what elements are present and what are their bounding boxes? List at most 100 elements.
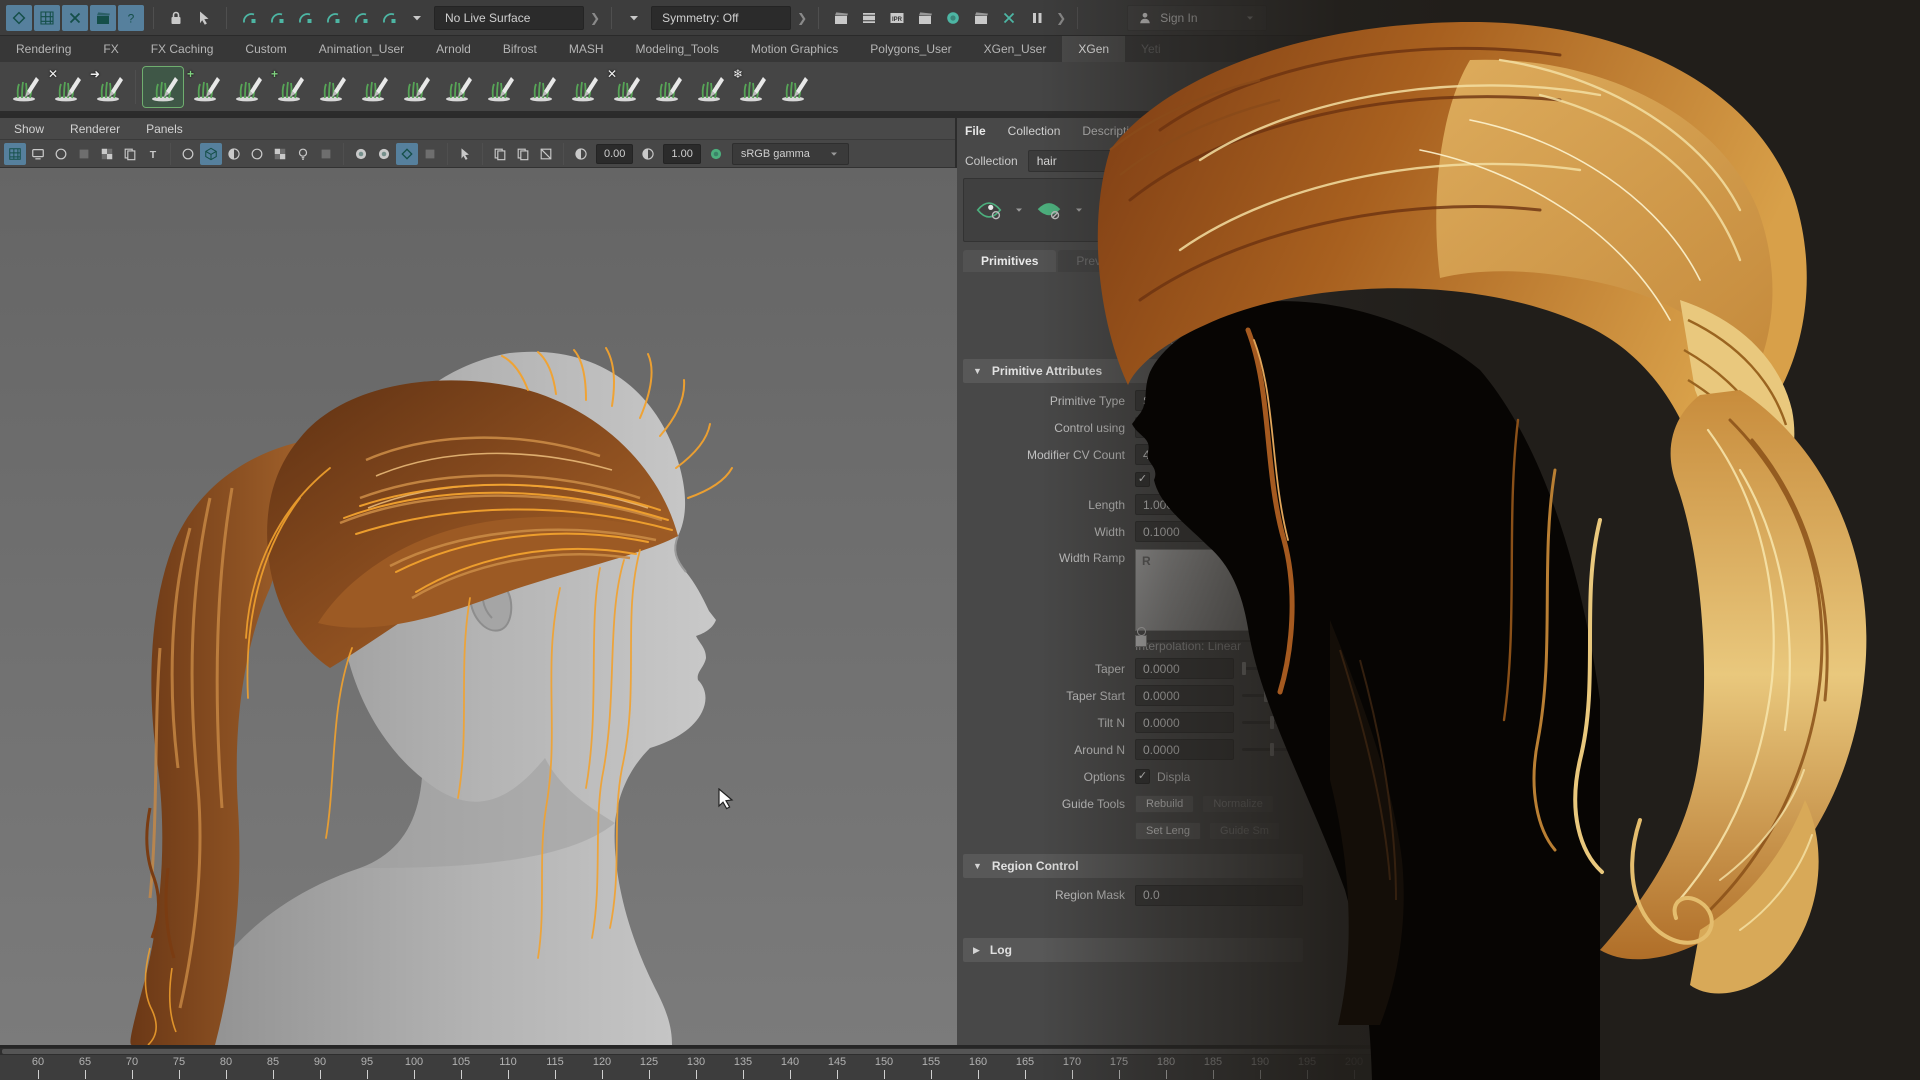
taper-start-field[interactable]: 0.0000 <box>1135 685 1234 706</box>
wireframe-icon[interactable] <box>177 143 199 165</box>
length-slider[interactable] <box>1242 503 1303 506</box>
control-using-dropdown[interactable]: Guides <box>1135 417 1271 438</box>
shelf-tab-polygons-user[interactable]: Polygons_User <box>854 36 967 62</box>
shelf-tab-fx-caching[interactable]: FX Caching <box>135 36 230 62</box>
xgen-menu-file[interactable]: File <box>965 124 986 138</box>
primitive-type-dropdown[interactable]: Spl <box>1135 390 1271 411</box>
hidden-create-button[interactable]: Creat <box>1135 332 1184 350</box>
camera-image-icon[interactable] <box>119 143 141 165</box>
batch-render-icon[interactable] <box>968 5 994 31</box>
normalize-button[interactable]: Normalize <box>1202 795 1274 813</box>
uniform-checkbox[interactable]: ✓ <box>1135 472 1150 487</box>
display-dropdown-icon[interactable] <box>1072 197 1086 223</box>
shelf-tab-rendering[interactable]: Rendering <box>0 36 87 62</box>
tab-preview-output[interactable]: Preview/Outp <box>1058 250 1166 272</box>
isolate-select-icon[interactable] <box>350 143 372 165</box>
snap-options-icon[interactable] <box>404 5 430 31</box>
menu-panels[interactable]: Panels <box>146 122 183 136</box>
xray-joints-icon[interactable] <box>396 143 418 165</box>
snap-to-point-icon[interactable] <box>292 5 318 31</box>
section-log[interactable]: ▶ Log <box>963 938 1303 962</box>
snap-to-grid-icon[interactable] <box>236 5 262 31</box>
shelf-tab-bifrost[interactable]: Bifrost <box>487 36 553 62</box>
width-slider[interactable] <box>1242 530 1303 533</box>
freeze-brush-icon[interactable]: ❄ <box>731 67 771 107</box>
curl-brush-icon[interactable] <box>647 67 687 107</box>
add-or-move-guides-icon[interactable] <box>1132 197 1158 223</box>
smooth-brush-icon[interactable] <box>395 67 435 107</box>
field-chart-icon[interactable] <box>96 143 118 165</box>
symmetry-field[interactable]: Symmetry: Off <box>651 6 791 30</box>
density-brush-icon[interactable] <box>227 67 267 107</box>
sculpt-guides-icon[interactable]: + <box>269 67 309 107</box>
exposure-toggle-icon[interactable] <box>419 143 441 165</box>
tilt-n-field[interactable]: 0.0000 <box>1135 712 1234 733</box>
sign-in-button[interactable]: Sign In <box>1127 5 1267 31</box>
preview-toggle-icon[interactable] <box>976 197 1002 223</box>
width-brush-icon[interactable] <box>563 67 603 107</box>
shelf-tab-arnold[interactable]: Arnold <box>420 36 487 62</box>
noise-brush-icon[interactable]: ✕ <box>605 67 645 107</box>
timeline-scrollbar[interactable] <box>0 1048 1920 1055</box>
hud-text-icon[interactable] <box>142 143 164 165</box>
width-field[interactable]: 0.1000 <box>1135 521 1234 542</box>
modifier-cv-count-field[interactable]: 40 <box>1135 444 1236 465</box>
ramp-handle[interactable] <box>1135 635 1147 647</box>
select-by-hierarchy-icon[interactable] <box>6 5 32 31</box>
shelf-tab-custom[interactable]: Custom <box>229 36 302 62</box>
render-view-icon[interactable] <box>940 5 966 31</box>
menu-show[interactable]: Show <box>14 122 44 136</box>
select-tool-icon[interactable] <box>191 5 217 31</box>
xgen-menu-descriptions[interactable]: Descriptions <box>1082 124 1148 138</box>
shelf-tab-modeling-tools[interactable]: Modeling_Tools <box>620 36 735 62</box>
pause-icon[interactable] <box>1024 5 1050 31</box>
contrast-icon[interactable] <box>637 143 659 165</box>
direction-brush-icon[interactable] <box>521 67 561 107</box>
snap-to-view-plane-icon[interactable] <box>348 5 374 31</box>
region-mask-field[interactable]: 0.0 <box>1135 885 1303 906</box>
time-slider[interactable]: 6065707580859095100105110115120125130135… <box>0 1048 1920 1080</box>
gate-mask-icon[interactable] <box>73 143 95 165</box>
live-surface-field[interactable]: No Live Surface <box>434 6 584 30</box>
snap-to-projected-center-icon[interactable] <box>320 5 346 31</box>
colorspace-dropdown[interactable]: sRGB gamma <box>732 143 849 165</box>
length-brush-icon[interactable] <box>437 67 477 107</box>
section-primitive-attributes[interactable]: ▼ Primitive Attributes <box>963 359 1303 383</box>
shelf-tab-yeti[interactable]: Yeti <box>1125 36 1177 62</box>
place-guides-icon[interactable] <box>311 67 351 107</box>
taper-slider[interactable] <box>1242 667 1303 670</box>
snap-to-curve-icon[interactable] <box>264 5 290 31</box>
exposure-field[interactable]: 0.00 <box>596 144 633 164</box>
preview-dropdown-icon[interactable] <box>1012 197 1026 223</box>
animation-prefs-icon[interactable] <box>90 5 116 31</box>
add-guides-icon[interactable]: + <box>185 67 225 107</box>
help-line-icon[interactable] <box>118 5 144 31</box>
shelf-tab-fx[interactable]: FX <box>87 36 134 62</box>
shelf-tab-xgen-user[interactable]: XGen_User <box>968 36 1063 62</box>
render-current-frame-icon[interactable] <box>828 5 854 31</box>
symmetry-dropdown-icon[interactable] <box>621 5 647 31</box>
resolution-gate-icon[interactable] <box>50 143 72 165</box>
xray-icon[interactable] <box>373 143 395 165</box>
motion-blur-icon[interactable] <box>315 143 337 165</box>
panel-grid-icon[interactable] <box>4 143 26 165</box>
taper-field[interactable]: 0.0000 <box>1135 658 1234 679</box>
section-region-control[interactable]: ▼ Region Control <box>963 854 1303 878</box>
shelf-tab-motion-graphics[interactable]: Motion Graphics <box>735 36 854 62</box>
guide-smooth-button[interactable]: Guide Sm <box>1209 822 1280 840</box>
rebuild-button[interactable]: Rebuild <box>1135 795 1194 813</box>
delete-guides-icon[interactable]: ✕ <box>46 67 86 107</box>
render-settings-icon[interactable] <box>912 5 938 31</box>
hidden-checkbox-2[interactable] <box>1135 308 1150 323</box>
comb-brush-icon[interactable] <box>353 67 393 107</box>
select-by-component-icon[interactable] <box>62 5 88 31</box>
ramp-handle-track[interactable] <box>1135 633 1298 649</box>
around-n-slider[interactable] <box>1242 748 1303 751</box>
export-selection-icon[interactable]: ➜ <box>88 67 128 107</box>
width-ramp-widget[interactable]: R <box>1135 549 1300 631</box>
checker-display-icon[interactable] <box>269 143 291 165</box>
length-field[interactable]: 1.0000 <box>1135 494 1234 515</box>
select-camera-icon[interactable] <box>454 143 476 165</box>
lock-selection-icon[interactable] <box>163 5 189 31</box>
tilt-n-slider[interactable] <box>1242 721 1303 724</box>
